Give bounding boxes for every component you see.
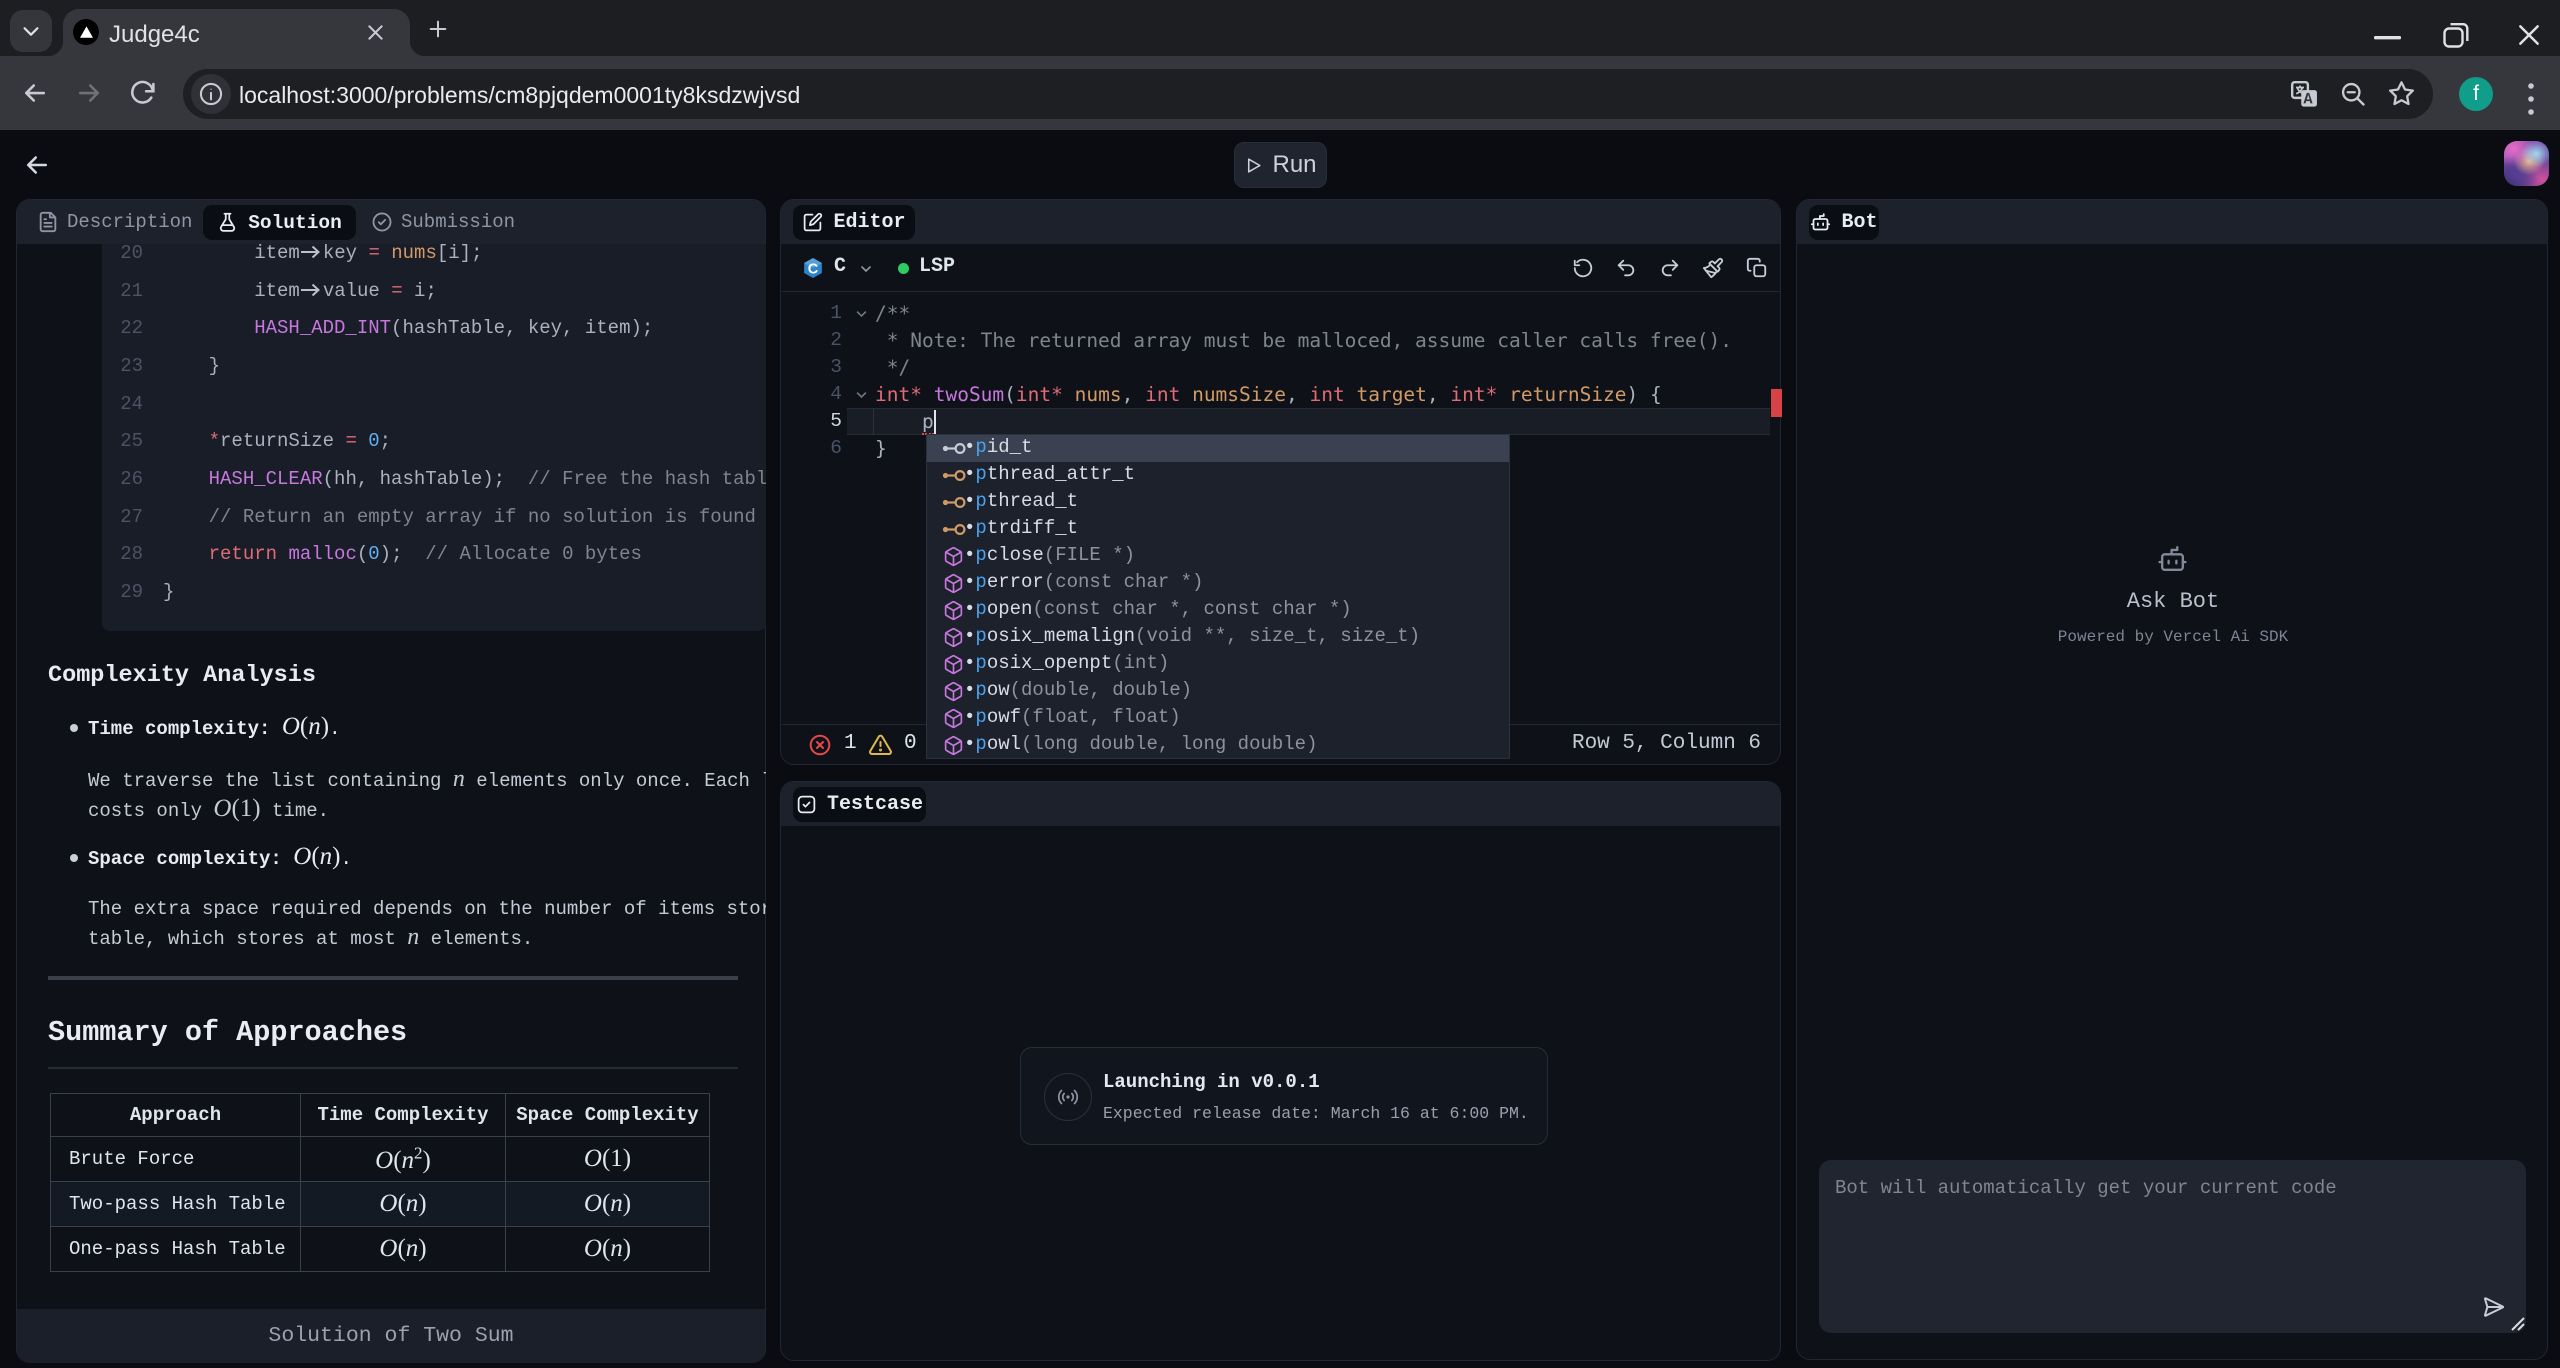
svg-text:C: C [808,261,819,277]
